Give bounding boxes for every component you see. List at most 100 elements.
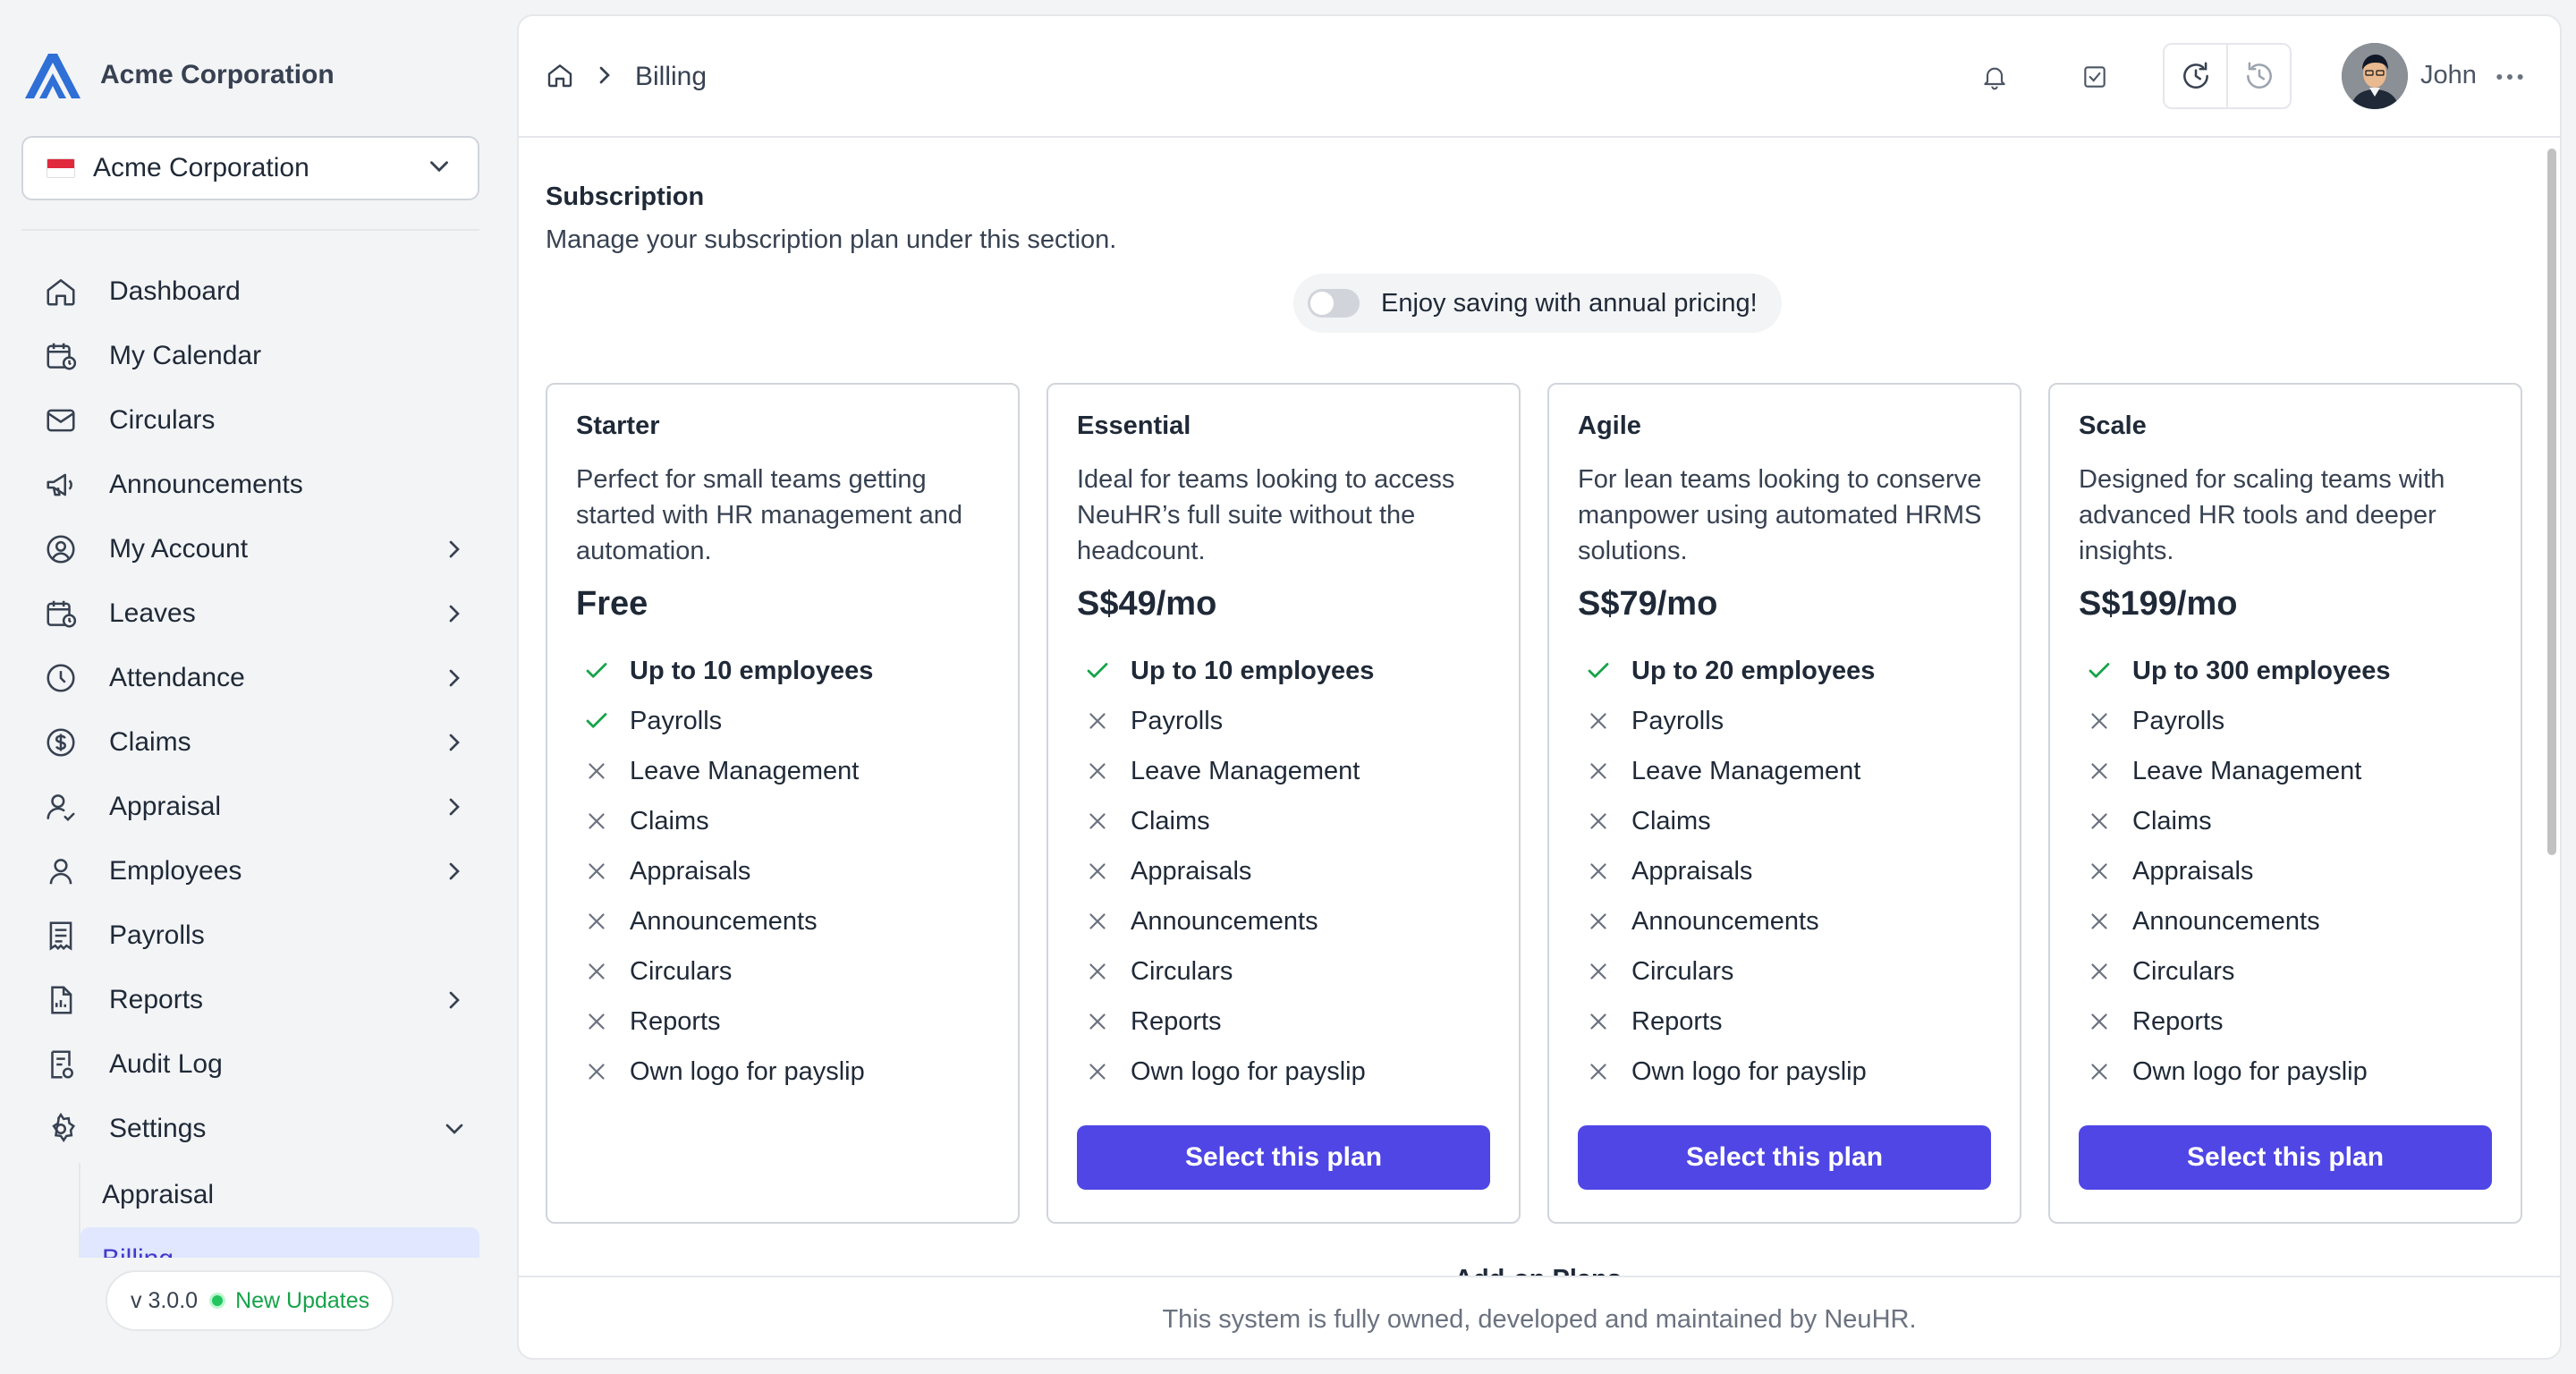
- feature-label: Circulars: [1131, 956, 1233, 986]
- sidebar-item-reports[interactable]: Reports: [27, 968, 483, 1032]
- plan-feature: Own logo for payslip: [2086, 1047, 2506, 1097]
- close-icon: [2086, 758, 2113, 785]
- sidebar-item-my-calendar[interactable]: My Calendar: [27, 324, 483, 388]
- version-label: v 3.0.0: [131, 1287, 199, 1313]
- plan-feature: Reports: [583, 997, 1004, 1047]
- sidebar-item-my-account[interactable]: My Account: [27, 517, 483, 581]
- feature-label: Circulars: [630, 956, 733, 986]
- home-icon[interactable]: [546, 61, 574, 94]
- breadcrumb: Billing: [546, 59, 707, 95]
- close-icon: [1084, 908, 1111, 935]
- home-icon: [43, 274, 79, 310]
- subnav-item-appraisal[interactable]: Appraisal: [80, 1163, 479, 1227]
- chevron-down-icon: [424, 151, 454, 186]
- user-name[interactable]: John: [2420, 61, 2477, 90]
- subnav-item-billing[interactable]: Billing: [80, 1227, 479, 1258]
- close-icon: [1084, 858, 1111, 885]
- select-plan-button[interactable]: Select this plan: [1578, 1125, 1991, 1190]
- close-icon: [1585, 758, 1612, 785]
- plan-feature: Leave Management: [2086, 746, 2506, 796]
- org-selector[interactable]: Acme Corporation: [21, 136, 479, 200]
- sidebar-item-label: Settings: [109, 1114, 207, 1143]
- feature-label: Announcements: [1631, 906, 1819, 936]
- plan-price: Free: [576, 585, 648, 623]
- mail-icon: [43, 403, 79, 438]
- close-icon: [1585, 708, 1612, 734]
- select-plan-button[interactable]: Select this plan: [1077, 1125, 1490, 1190]
- calendar-clock-icon: [43, 596, 79, 632]
- footer-text: This system is fully owned, developed an…: [1162, 1304, 1917, 1334]
- close-icon: [1084, 1058, 1111, 1085]
- bell-icon[interactable]: [1977, 59, 2012, 95]
- annual-pricing-label: Enjoy saving with annual pricing!: [1381, 288, 1758, 318]
- feature-label: Leave Management: [630, 756, 860, 785]
- sidebar-item-employees[interactable]: Employees: [27, 839, 483, 903]
- annual-pricing-toggle-row: Enjoy saving with annual pricing!: [1293, 274, 1782, 333]
- close-icon: [1585, 1058, 1612, 1085]
- sidebar-item-label: Attendance: [109, 663, 245, 692]
- close-icon: [583, 758, 610, 785]
- clock-in-button[interactable]: [2165, 45, 2228, 107]
- sidebar-item-dashboard[interactable]: Dashboard: [27, 259, 483, 324]
- plan-feature: Claims: [583, 796, 1004, 846]
- chevron-right-icon: [590, 61, 619, 94]
- avatar[interactable]: [2342, 43, 2408, 109]
- plan-features: Up to 10 employees Payrolls Leave Manageme…: [1084, 646, 1504, 1097]
- feature-label: Appraisals: [630, 856, 751, 886]
- sidebar-item-label: Reports: [109, 985, 204, 1014]
- feature-label: Own logo for payslip: [1131, 1056, 1366, 1086]
- plan-card-agile: Agile For lean teams looking to conserve …: [1547, 383, 2021, 1224]
- feature-label: Announcements: [2132, 906, 2320, 936]
- task-check-icon[interactable]: [2077, 59, 2113, 95]
- user-icon: [43, 853, 79, 889]
- clock-out-button[interactable]: [2228, 45, 2290, 107]
- version-badge[interactable]: v 3.0.0 New Updates: [106, 1270, 394, 1331]
- sidebar-item-announcements[interactable]: Announcements: [27, 453, 483, 517]
- feature-label: Payrolls: [1131, 706, 1224, 735]
- plan-name: Essential: [1077, 411, 1191, 440]
- close-icon: [583, 1008, 610, 1035]
- plan-feature: Claims: [1585, 796, 2005, 846]
- updates-label: New Updates: [235, 1287, 370, 1313]
- footer: This system is fully owned, developed an…: [519, 1276, 2560, 1358]
- sidebar-item-appraisal[interactable]: Appraisal: [27, 775, 483, 839]
- clock-in-icon: [2182, 62, 2208, 89]
- sidebar-item-claims[interactable]: Claims: [27, 710, 483, 775]
- plan-feature: Appraisals: [2086, 846, 2506, 896]
- plan-name: Scale: [2079, 411, 2147, 440]
- more-horizontal-icon[interactable]: [2492, 59, 2528, 95]
- close-icon: [1084, 958, 1111, 985]
- clock-in-out-group: [2163, 43, 2292, 109]
- scrollbar[interactable]: [2547, 148, 2556, 855]
- plan-features: Up to 300 employees Payrolls Leave Managem…: [2086, 646, 2506, 1097]
- plan-feature: Up to 10 employees: [583, 646, 1004, 696]
- feature-label: Appraisals: [1631, 856, 1753, 886]
- annual-pricing-toggle[interactable]: [1308, 289, 1360, 318]
- status-dot-icon: [212, 1295, 224, 1306]
- feature-label: Up to 300 employees: [2132, 656, 2391, 685]
- sidebar-item-settings[interactable]: Settings: [27, 1097, 483, 1161]
- plan-description: Designed for scaling teams with advanced…: [2079, 465, 2445, 565]
- acme-logo: [25, 54, 80, 98]
- sidebar-item-label: Audit Log: [109, 1049, 223, 1079]
- plan-feature: Reports: [1585, 997, 2005, 1047]
- feature-label: Payrolls: [1631, 706, 1724, 735]
- plan-feature: Appraisals: [583, 846, 1004, 896]
- addon-plans-title: Add-on Plans: [1454, 1265, 1622, 1276]
- sidebar-item-attendance[interactable]: Attendance: [27, 646, 483, 710]
- feature-label: Leave Management: [1131, 756, 1360, 785]
- sidebar-item-leaves[interactable]: Leaves: [27, 581, 483, 646]
- brand[interactable]: Acme Corporation: [21, 48, 335, 102]
- sidebar-item-audit-log[interactable]: Audit Log: [27, 1032, 483, 1097]
- feature-label: Own logo for payslip: [630, 1056, 865, 1086]
- plan-feature: Up to 10 employees: [1084, 646, 1504, 696]
- plan-feature: Claims: [1084, 796, 1504, 846]
- sidebar-item-label: Payrolls: [109, 920, 205, 950]
- plan-description: Perfect for small teams getting started …: [576, 465, 962, 565]
- sidebar-item-circulars[interactable]: Circulars: [27, 388, 483, 453]
- close-icon: [2086, 1008, 2113, 1035]
- org-selector-value: Acme Corporation: [93, 153, 309, 182]
- select-plan-button[interactable]: Select this plan: [2079, 1125, 2492, 1190]
- sidebar-item-payrolls[interactable]: Payrolls: [27, 903, 483, 968]
- chevron-right-icon: [449, 540, 460, 558]
